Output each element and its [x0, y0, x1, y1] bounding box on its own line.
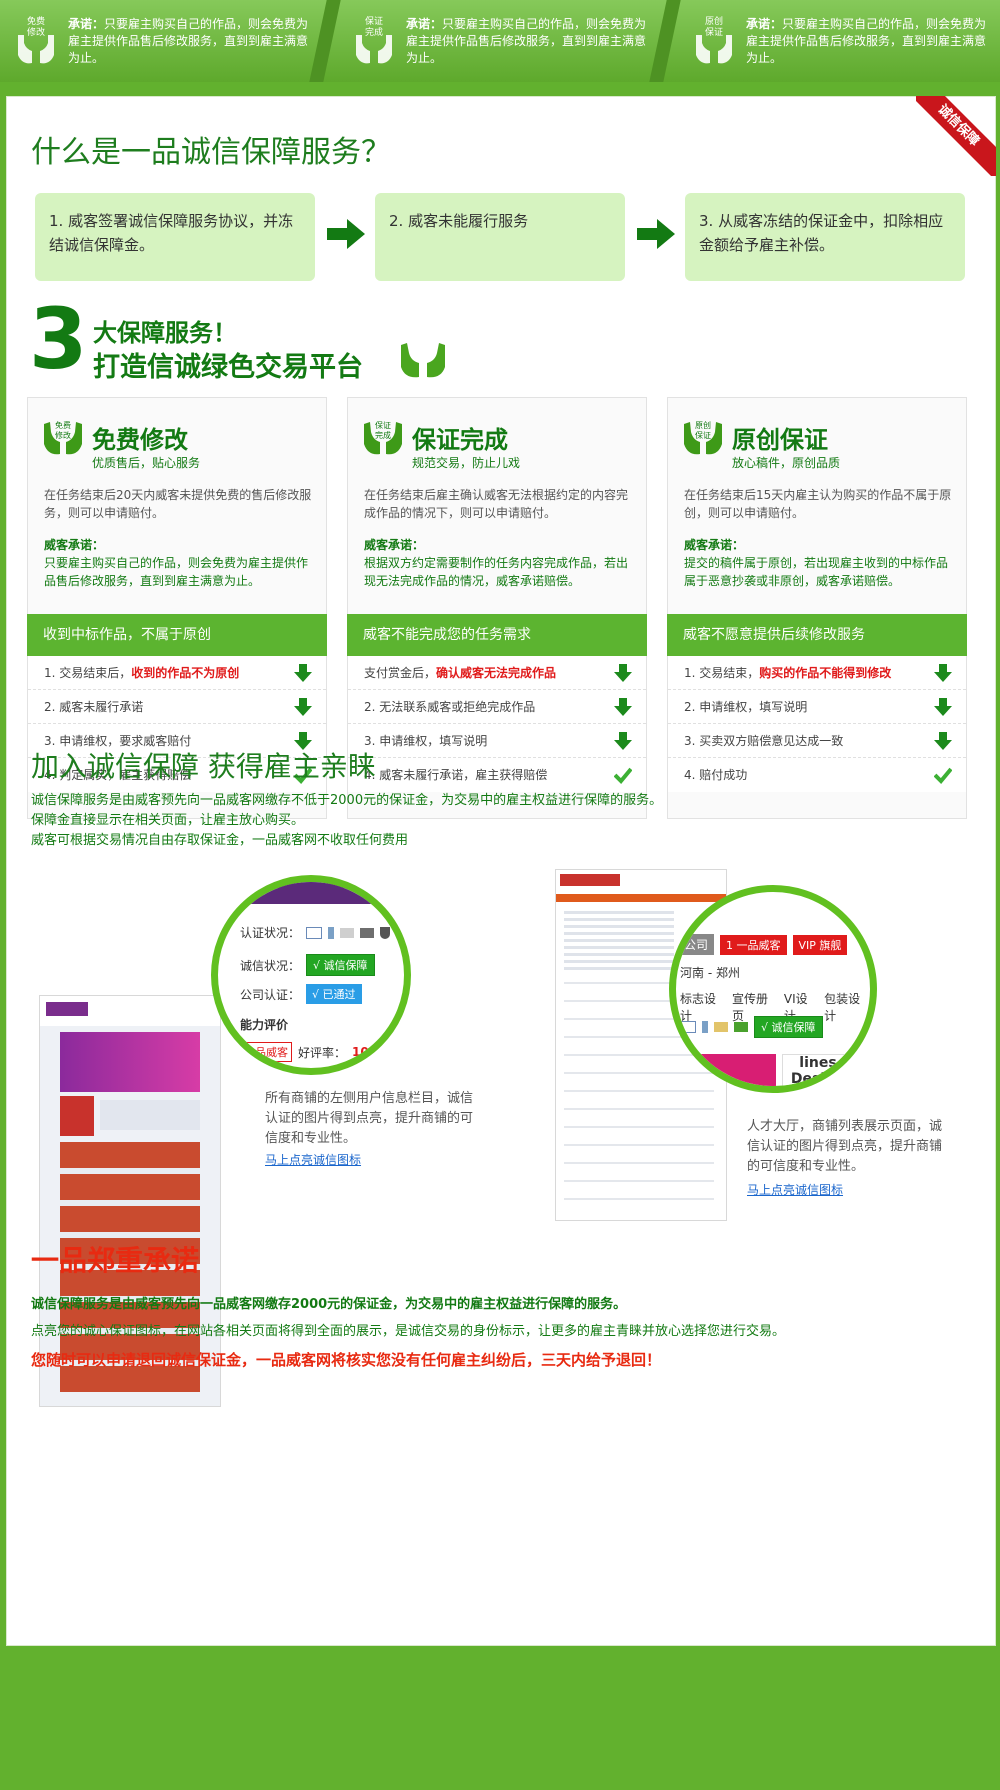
badge-caption: 保证 完成	[364, 17, 383, 38]
list-item: 3. 买卖双方赔偿意见达成一致	[668, 724, 966, 758]
shop-page-screenshot	[39, 995, 221, 1407]
verified-badge: √ 已通过	[306, 984, 362, 1004]
rank-badge: 七品威客	[240, 1042, 292, 1062]
list-item: 3. 申请维权，填写说明	[348, 724, 646, 758]
check-icon	[934, 767, 952, 784]
mail-icon	[340, 927, 355, 938]
join-line-3: 威客可根据交易情况自由存取保证金，一品威客网不收取任何费用	[31, 833, 409, 848]
step-1: 1. 威客签署诚信保障服务协议，并冻结诚信保障金。	[35, 193, 315, 281]
arrow-down-icon	[614, 698, 632, 716]
three-guarantees-heading: 3 大保障服务！ 打造信诚绿色交易平台	[29, 297, 449, 383]
list-item: 4. 威客未履行承诺，雇主获得赔偿	[348, 758, 646, 792]
arrow-right-icon	[637, 219, 675, 249]
ability-heading: 能力评价	[240, 1018, 289, 1032]
hands-icon: 保证完成	[364, 420, 402, 455]
phone-icon	[702, 1021, 708, 1033]
step-3: 3. 从威客冻结的保证金中，扣除相应金额给予雇主补偿。	[685, 193, 965, 281]
join-title: 加入诚信保障 获得雇主亲睐	[31, 750, 376, 783]
column-head: 免费 修改 免费修改 优质售后，贴心服务	[42, 414, 312, 470]
badge-caption: 原创 保证	[704, 17, 723, 38]
hands-icon: 原创保证	[684, 420, 722, 455]
tag-row: 公司 1 一品威客 VIP 旗舰	[678, 934, 848, 955]
mail-icon	[714, 1022, 728, 1032]
promise-line-2: 点亮您的诚心保证图标，在网站各相关页面将得到全面的展示，是诚信交易的身份标示，让…	[31, 1324, 786, 1339]
svg-text:保证: 保证	[695, 430, 711, 440]
hands-icon: 免费修改	[44, 420, 82, 455]
banner-text: 承诺：只要雇主购买自己的作品，则会免费为雇主提供作品售后修改服务，直到到雇主满意…	[68, 16, 309, 65]
ribbon: 诚信保障	[916, 96, 996, 176]
list-item: 2. 无法联系威客或拒绝完成作品	[348, 690, 646, 724]
arrow-down-icon	[294, 698, 312, 716]
hands-icon: 免费 修改	[14, 15, 58, 67]
shield-icon	[380, 926, 391, 939]
promise-title: 一品郑重承诺	[31, 1244, 200, 1277]
phone-icon	[328, 926, 335, 939]
column-head: 原创 保证 原创保证 放心稿件，原创品质	[682, 414, 952, 470]
column-bar: 威客不能完成您的任务需求	[347, 614, 647, 656]
hands-icon: 保证 完成	[352, 15, 396, 67]
svg-text:原创: 原创	[695, 420, 711, 430]
auth-status-row: 认证状况：	[240, 924, 391, 941]
badge-caption: 免费 修改	[26, 17, 45, 38]
id-card-icon	[306, 926, 323, 939]
banner-text: 承诺：只要雇主购买自己的作品，则会免费为雇主提供作品售后修改服务，直到到雇主满意…	[746, 16, 987, 65]
banner-guarantee: 保证 完成 承诺：只要雇主购买自己的作品，则会免费为雇主提供作品售后修改服务，直…	[338, 0, 668, 82]
arrow-down-icon	[934, 732, 952, 750]
list-item: 1. 交易结束后，收到的作品不为原创	[28, 656, 326, 690]
list-item: 4. 赔付成功	[668, 758, 966, 792]
column-bar: 威客不愿意提供后续修改服务	[667, 614, 967, 656]
svg-text:保证: 保证	[375, 420, 391, 430]
credit-guarantee-badge: √ 诚信保障	[306, 954, 375, 976]
banner-original: 原创 保证 承诺：只要雇主购买自己的作品，则会免费为雇主提供作品售后修改服务，直…	[678, 0, 1000, 82]
arrow-down-icon	[614, 732, 632, 750]
location: 河南 - 郑州	[680, 966, 740, 980]
id-card-icon	[680, 1021, 696, 1033]
svg-text:免费: 免费	[55, 420, 71, 430]
light-up-link-1[interactable]: 马上点亮诚信图标	[265, 1151, 361, 1168]
zoom-talent-card: 公司 1 一品威客 VIP 旗舰 河南 - 郑州 标志设计 宣传册页 VI设计 …	[669, 885, 877, 1093]
card-icon	[734, 1022, 748, 1032]
company-auth-row: 公司认证： √ 已通过	[240, 984, 362, 1004]
check-icon	[614, 767, 632, 784]
arrow-down-icon	[934, 698, 952, 716]
hands-icon	[401, 343, 445, 378]
column-bar: 收到中标作品，不属于原创	[27, 614, 327, 656]
zoom-shop-sidebar: 认证状况： 诚信状况： √ 诚信保障 公司认证： √ 已通过 能力评价 七品威客…	[211, 875, 411, 1075]
join-line-2: 保障金直接显示在相关页面，让雇主放心购买。	[31, 813, 305, 828]
hands-icon: 原创 保证	[692, 15, 736, 67]
arrow-down-icon	[614, 664, 632, 682]
list-item: 2. 威客未履行承诺	[28, 690, 326, 724]
column-original: 原创 保证 原创保证 放心稿件，原创品质 在任务结束后15天内雇主认为购买的作品不…	[667, 397, 967, 819]
column-guarantee: 保证 完成 保证完成 规范交易，防止儿戏 在任务结束后雇主确认威客无法根据约定的内…	[347, 397, 647, 819]
arrow-down-icon	[294, 664, 312, 682]
main-card: 诚信保障 什么是一品诚信保障服务？ 1. 威客签署诚信保障服务协议，并冻结诚信保…	[6, 96, 996, 1646]
lines-design-logo: lines Design	[782, 1054, 854, 1086]
credit-status-row: 诚信状况： √ 诚信保障	[240, 954, 375, 976]
join-line-1: 诚信保障服务是由威客预先向一品威客网缴存不低于2000元的保证金，为交易中的雇主…	[31, 793, 663, 808]
card-icon	[360, 927, 375, 938]
auth-icons-row: √ 诚信保障	[680, 1016, 823, 1038]
step-2: 2. 威客未能履行服务	[375, 193, 625, 281]
rating-row: 七品威客 好评率： 100%	[240, 1042, 389, 1062]
svg-text:完成: 完成	[375, 430, 391, 440]
banner-text: 承诺：只要雇主购买自己的作品，则会免费为雇主提供作品售后修改服务，直到到雇主满意…	[406, 16, 647, 65]
arrow-right-icon	[327, 219, 365, 249]
shop-desc: 所有商铺的左侧用户信息栏目，诚信认证的图片得到点亮，提升商铺的可信度和专业性。	[265, 1091, 474, 1146]
credit-guarantee-badge: √ 诚信保障	[754, 1016, 823, 1038]
section-title: 什么是一品诚信保障服务？	[31, 135, 391, 170]
column-head: 保证 完成 保证完成 规范交易，防止儿戏	[362, 414, 632, 470]
list-item: 2. 申请维权，填写说明	[668, 690, 966, 724]
svg-text:修改: 修改	[55, 430, 71, 440]
list-item: 1. 交易结束，购买的作品不能得到修改	[668, 656, 966, 690]
light-up-link-2[interactable]: 马上点亮诚信图标	[747, 1181, 843, 1198]
talent-desc: 人才大厅，商铺列表展示页面，诚信认证的图片得到点亮，提升商铺的可信度和专业性。	[747, 1119, 943, 1174]
banner-free-edit: 免费 修改 承诺：只要雇主购买自己的作品，则会免费为雇主提供作品售后修改服务，直…	[0, 0, 330, 82]
arrow-down-icon	[934, 664, 952, 682]
promise-banner: 免费 修改 承诺：只要雇主购买自己的作品，则会免费为雇主提供作品售后修改服务，直…	[0, 0, 1000, 82]
list-item: 支付赏金后，确认威客无法完成作品	[348, 656, 646, 690]
promise-line-1: 诚信保障服务是由威客预先向一品威客网缴存2000元的保证金，为交易中的雇主权益进…	[31, 1297, 627, 1312]
promise-line-3: 您随时可以申请退回诚信保证金，一品威客网将核实您没有任何雇主纠纷后，三天内给予退…	[31, 1351, 662, 1369]
